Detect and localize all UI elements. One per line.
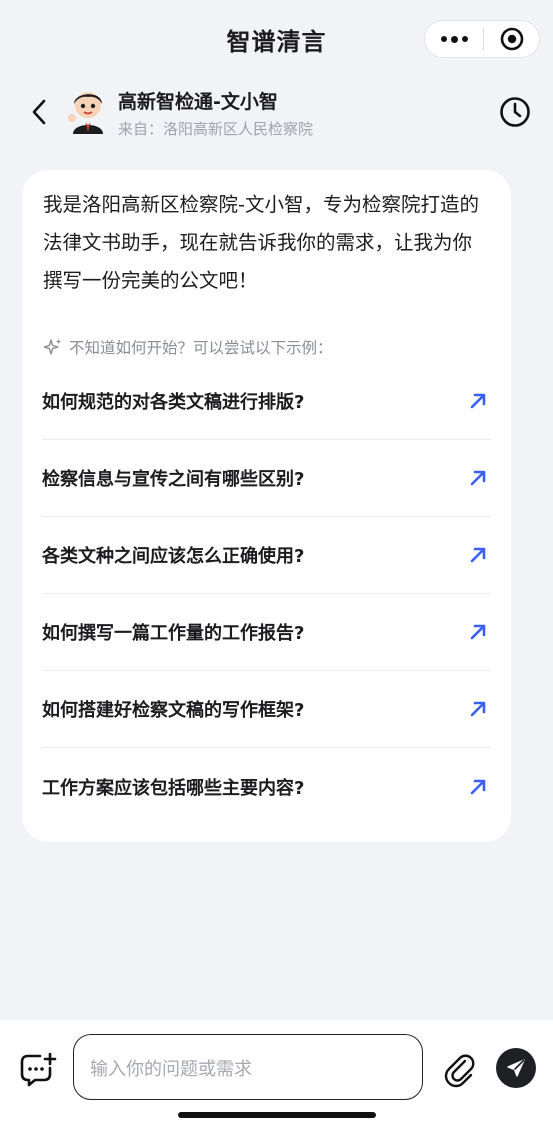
arrow-up-right-icon xyxy=(470,393,486,409)
suggestion-label: 工作方案应该包括哪些主要内容? xyxy=(42,777,305,799)
sparkle-icon xyxy=(44,339,61,355)
suggestion-item[interactable]: 如何撰写一篇工作量的工作报告? xyxy=(42,594,491,671)
chevron-left-icon[interactable] xyxy=(28,97,52,127)
send-button[interactable] xyxy=(496,1048,536,1088)
arrow-up-right-icon xyxy=(470,470,486,486)
suggestion-item[interactable]: 如何规范的对各类文稿进行排版? xyxy=(42,363,491,440)
home-indicator xyxy=(178,1112,376,1118)
intro-message: 我是洛阳高新区检察院-文小智，专为检察院打造的法律文书助手，现在就告诉我你的需求… xyxy=(43,193,480,292)
bot-name: 高新智检通-文小智 xyxy=(118,91,278,113)
chat-header: 高新智检通-文小智 来自：洛阳高新区人民检察院 xyxy=(0,80,553,150)
bottom-input-bar: 输入你的问题或需求 xyxy=(0,1020,553,1130)
arrow-up-right-icon xyxy=(470,779,486,794)
hint-row: 不知道如何开始？可以尝试以下示例： xyxy=(44,336,333,358)
input-placeholder: 输入你的问题或需求 xyxy=(90,1059,252,1080)
suggestion-label: 如何搭建好检察文稿的写作框架? xyxy=(42,700,305,721)
send-icon xyxy=(507,1059,525,1077)
suggestion-label: 如何规范的对各类文稿进行排版? xyxy=(42,392,305,413)
avatar xyxy=(66,88,110,134)
welcome-card: 我是洛阳高新区检察院-文小智，专为检察院打造的法律文书助手，现在就告诉我你的需求… xyxy=(22,170,511,842)
bot-source: 来自：洛阳高新区人民检察院 xyxy=(118,120,314,138)
target-icon[interactable] xyxy=(484,26,539,52)
suggestion-label: 检察信息与宣传之间有哪些区别? xyxy=(42,469,305,490)
hint-text: 不知道如何开始？可以尝试以下示例： xyxy=(69,339,333,357)
suggestion-item[interactable]: 检察信息与宣传之间有哪些区别? xyxy=(42,440,491,517)
message-input[interactable]: 输入你的问题或需求 xyxy=(73,1034,423,1100)
paperclip-icon[interactable] xyxy=(443,1052,477,1088)
suggestion-label: 如何撰写一篇工作量的工作报告? xyxy=(42,623,305,644)
arrow-up-right-icon xyxy=(470,547,486,563)
suggestion-item[interactable]: 如何搭建好检察文稿的写作框架? xyxy=(42,671,491,748)
top-navigation-bar: 智谱清言 xyxy=(0,0,553,80)
mini-program-capsule xyxy=(424,20,540,58)
arrow-up-right-icon xyxy=(470,624,486,640)
clock-icon[interactable] xyxy=(498,95,532,129)
suggestion-item[interactable]: 各类文种之间应该怎么正确使用? xyxy=(42,517,491,594)
suggestion-label: 各类文种之间应该怎么正确使用? xyxy=(42,546,305,567)
more-dots-icon[interactable] xyxy=(425,35,483,43)
chat-add-icon[interactable] xyxy=(18,1052,58,1088)
arrow-up-right-icon xyxy=(470,701,486,717)
suggestion-item[interactable]: 工作方案应该包括哪些主要内容? xyxy=(42,748,491,825)
suggestion-list: 如何规范的对各类文稿进行排版? 检察信息与宣传之间有哪些区别? 各类文种之间应该… xyxy=(42,363,491,825)
